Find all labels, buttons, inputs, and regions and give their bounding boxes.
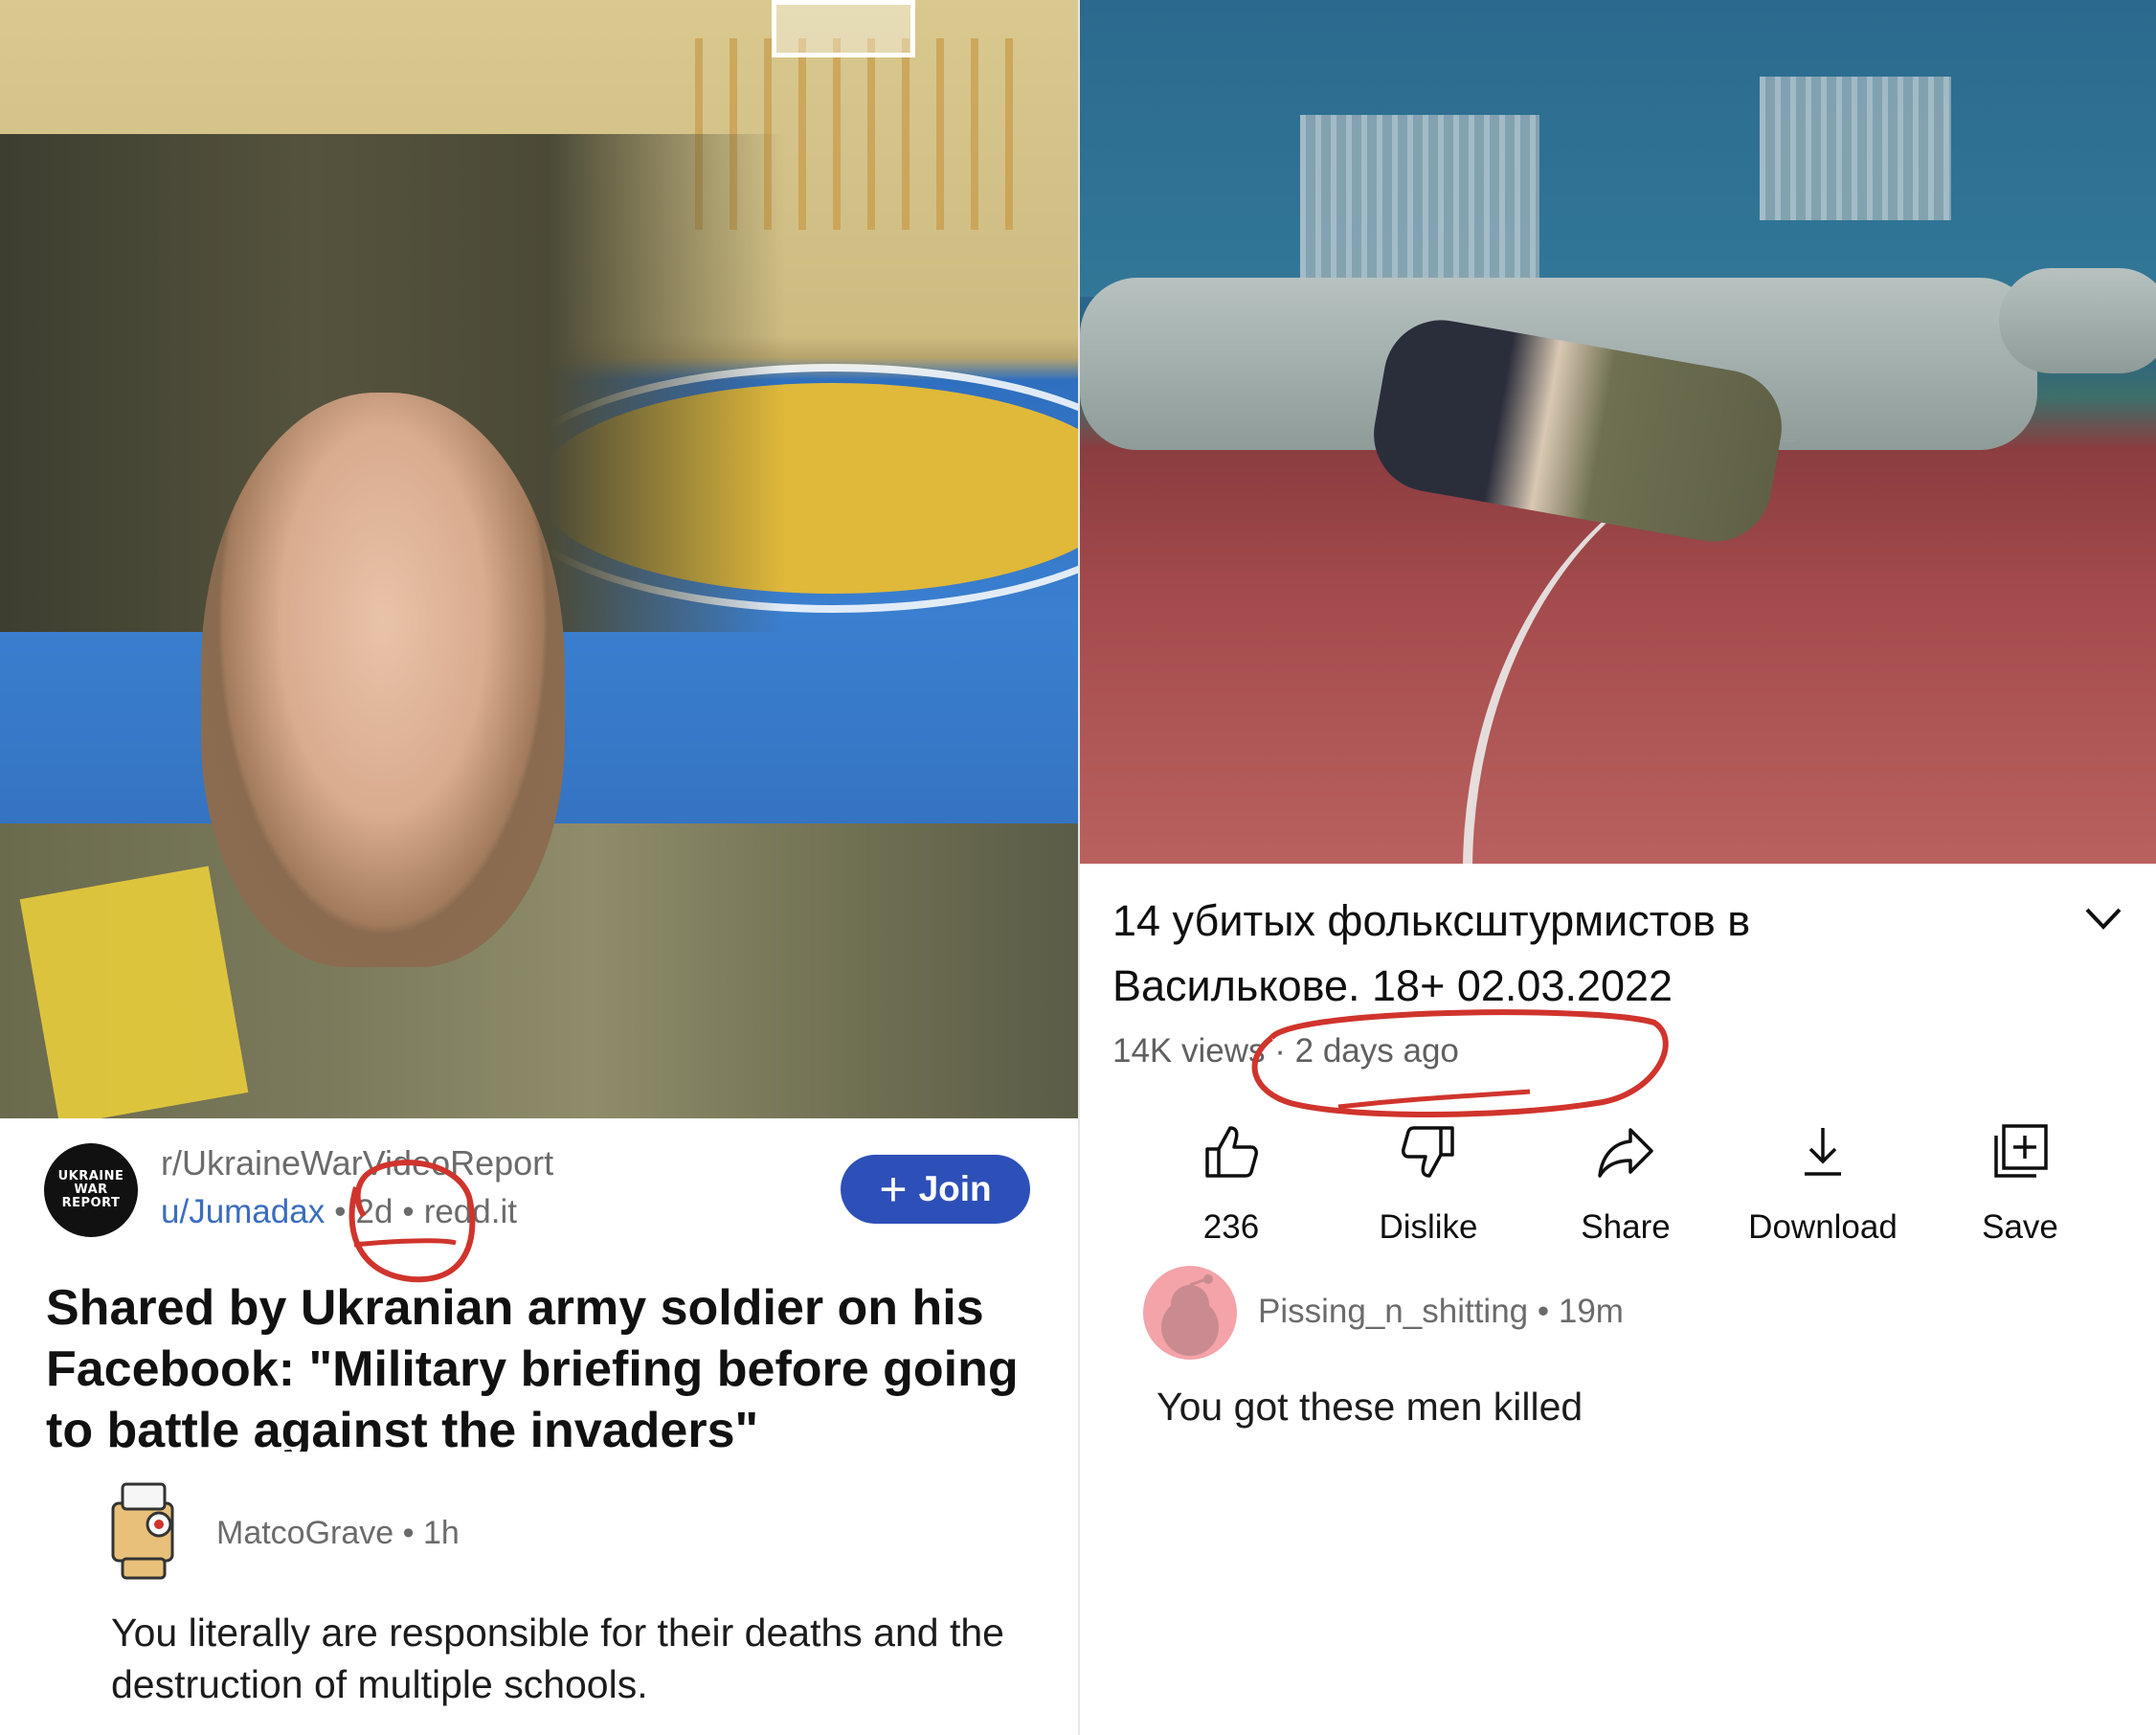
radiator-2 xyxy=(1760,77,1951,220)
comment-separator: • xyxy=(402,1515,415,1551)
post-meta: u/Jumadax • 2d • redd.it xyxy=(161,1193,517,1231)
download-button[interactable]: Download xyxy=(1727,1120,1919,1254)
post-author[interactable]: u/Jumadax xyxy=(161,1193,325,1231)
comment-age: 1h xyxy=(423,1515,460,1551)
youtube-comment-meta: Pissing_n_shitting • 19m xyxy=(1258,1293,1624,1331)
share-button[interactable]: Share xyxy=(1530,1120,1721,1254)
gym-wall xyxy=(1080,0,2156,297)
like-count: 236 xyxy=(1202,1208,1260,1246)
plus-icon: + xyxy=(879,1162,908,1216)
dislike-label: Dislike xyxy=(1379,1208,1478,1246)
thumbs-up-icon xyxy=(1205,1126,1258,1178)
post-age: 2d xyxy=(355,1193,393,1230)
view-count: 14K views xyxy=(1112,1032,1266,1070)
video-meta: 14K views · 2 days ago xyxy=(1112,1032,1459,1070)
like-button[interactable]: 236 xyxy=(1135,1120,1327,1254)
comment-author[interactable]: Pissing_n_shitting xyxy=(1258,1293,1528,1330)
basketball-hoop xyxy=(772,0,915,57)
reddit-user-avatar[interactable] xyxy=(1143,1266,1237,1360)
share-icon xyxy=(1598,1128,1653,1178)
subreddit-avatar[interactable]: UKRAINE WAR REPORT xyxy=(44,1143,138,1237)
download-icon xyxy=(1805,1128,1841,1176)
avatar-text-line1: UKRAINE xyxy=(57,1169,124,1183)
meta-separator: • xyxy=(334,1193,347,1230)
save-button[interactable]: Save xyxy=(1924,1120,2116,1254)
share-label: Share xyxy=(1581,1208,1671,1246)
meta-separator-2: • xyxy=(402,1193,415,1230)
post-domain[interactable]: redd.it xyxy=(424,1193,517,1231)
thumbs-down-icon xyxy=(1402,1126,1454,1178)
subreddit-name[interactable]: r/UkraineWarVideoReport xyxy=(161,1143,553,1183)
comment-author[interactable]: MatcoGrave xyxy=(216,1515,393,1551)
join-button[interactable]: + Join xyxy=(841,1155,1030,1224)
radiator xyxy=(1300,115,1539,287)
comment-age: 19m xyxy=(1558,1293,1624,1330)
chevron-down-icon[interactable] xyxy=(2079,900,2127,938)
save-playlist-icon xyxy=(1994,1124,2048,1178)
comment-text: You literally are responsible for their … xyxy=(111,1611,1004,1706)
save-label: Save xyxy=(1982,1208,2058,1246)
gym-mat-2 xyxy=(1999,268,2156,373)
soldier-selfie-face xyxy=(201,393,565,967)
video-title[interactable]: 14 убитых фольксштурмистов в Василькове.… xyxy=(1112,889,1993,1019)
comment-meta: MatcoGrave • 1h xyxy=(216,1515,460,1552)
join-label: Join xyxy=(918,1169,992,1208)
snoo-icon xyxy=(1161,1274,1219,1356)
avatar-text-line2: WAR REPORT xyxy=(61,1183,121,1210)
comment-text: You got these men killed xyxy=(1157,1385,1583,1429)
dislike-button[interactable]: Dislike xyxy=(1333,1120,1524,1254)
video-action-bar: 236 Dislike Share Download Save xyxy=(1080,1120,2156,1254)
download-label: Download xyxy=(1748,1208,1898,1246)
meta-dot: · xyxy=(1274,1032,1286,1070)
upload-age: 2 days ago xyxy=(1294,1032,1459,1070)
video-thumbnail[interactable] xyxy=(1080,0,2156,864)
snoo-avatar-icon[interactable] xyxy=(103,1475,188,1582)
comment-separator: • xyxy=(1537,1293,1550,1330)
post-title[interactable]: Shared by Ukranian army soldier on his F… xyxy=(46,1277,1042,1452)
post-image[interactable] xyxy=(0,0,1078,1118)
reddit-post-panel: UKRAINE WAR REPORT r/UkraineWarVideoRepo… xyxy=(0,0,1078,1735)
yellow-armband xyxy=(19,866,249,1118)
youtube-video-panel: 14 убитых фольксштурмистов в Василькове.… xyxy=(1080,0,2156,1735)
